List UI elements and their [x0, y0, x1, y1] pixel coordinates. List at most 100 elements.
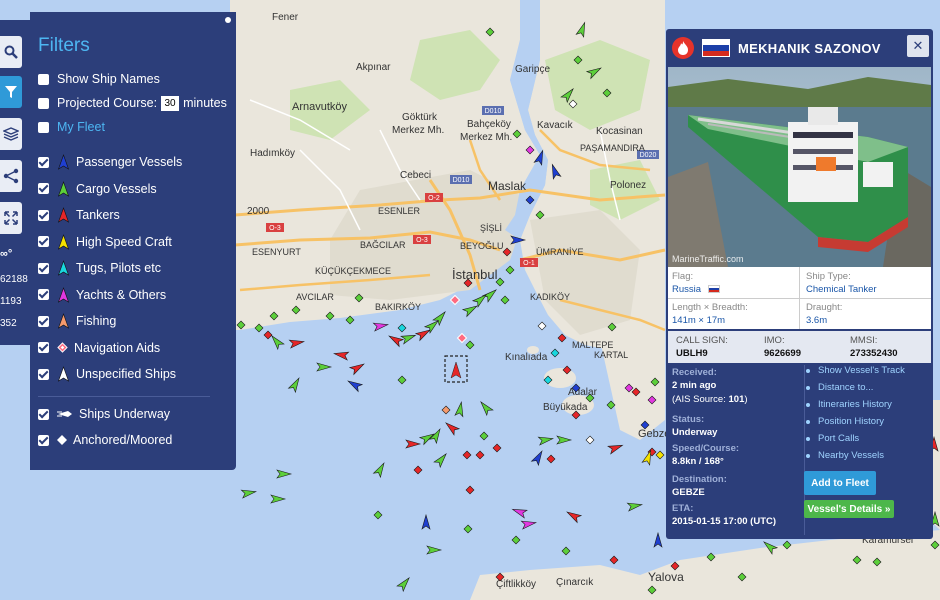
layers-button[interactable] — [0, 118, 22, 150]
svg-text:Cebeci: Cebeci — [400, 170, 431, 181]
map-toolbar: ∞° 62188 1193 352 — [0, 20, 30, 345]
fullscreen-button[interactable] — [0, 202, 22, 234]
ship-type-field: Ship Type: Chemical Tanker — [806, 271, 877, 295]
svg-text:BEYOĞLU: BEYOĞLU — [460, 241, 504, 251]
svg-text:Akpınar: Akpınar — [356, 62, 391, 73]
russia-flag-icon — [702, 39, 730, 57]
projected-course-checkbox[interactable] — [38, 97, 49, 109]
tugs-ship-icon — [57, 260, 70, 276]
svg-text:Merkez Mh.: Merkez Mh. — [460, 132, 512, 143]
filter-cargo-label: Cargo Vessels — [76, 181, 157, 196]
yachts-ship-icon — [57, 286, 70, 303]
vessel-info-panel: MEKHANIK SAZONOV ✕ MarineTraffic.com Fla… — [666, 29, 933, 539]
vessel-ids-row: CALL SIGN: UBLH9 IMO: 9626699 MMSI: 2733524… — [668, 331, 931, 363]
projected-course-label: Projected Course: — [57, 96, 158, 110]
svg-text:ESENYURT: ESENYURT — [252, 247, 301, 257]
eta-field: ETA: 2015-01-15 17:00 (UTC) — [672, 503, 777, 527]
filter-navigation-aids[interactable]: Navigation Aids — [38, 338, 160, 358]
add-to-fleet-button[interactable]: Add to Fleet — [804, 471, 876, 495]
filter-tugs-checkbox[interactable] — [38, 262, 49, 274]
close-panel-button[interactable]: ✕ — [907, 35, 929, 57]
filter-fishing-label: Fishing — [76, 314, 117, 328]
filter-button[interactable] — [0, 76, 22, 108]
filter-passenger[interactable]: Passenger Vessels — [38, 152, 182, 172]
svg-text:MALTEPE: MALTEPE — [572, 340, 613, 350]
filter-cargo-checkbox[interactable] — [38, 183, 49, 194]
filters-panel: Filters Show Ship Names Projected Course… — [30, 12, 236, 470]
filter-cargo[interactable]: Cargo Vessels — [38, 179, 157, 199]
filter-tugs[interactable]: Tugs, Pilots etc — [38, 258, 161, 278]
filter-unspecified-checkbox[interactable] — [38, 368, 49, 380]
filter-high-speed[interactable]: High Speed Craft — [38, 232, 172, 252]
cargo-ship-icon — [57, 180, 70, 197]
filter-tankers[interactable]: Tankers — [38, 205, 120, 225]
high-speed-ship-icon — [57, 233, 70, 250]
svg-text:D020: D020 — [640, 152, 657, 159]
filter-unspecified[interactable]: Unspecified Ships — [38, 364, 176, 384]
vessel-details-button[interactable]: Vessel's Details » — [804, 500, 894, 518]
filter-high-speed-checkbox[interactable] — [38, 236, 49, 247]
call-sign-field: CALL SIGN: UBLH9 — [676, 335, 728, 359]
filter-navigation-aids-label: Navigation Aids — [74, 340, 161, 355]
filter-fishing-checkbox[interactable] — [38, 315, 49, 327]
svg-text:ŞİŞLİ: ŞİŞLİ — [480, 223, 502, 233]
tankers-ship-icon — [57, 207, 70, 223]
mini-russia-flag-icon — [707, 285, 720, 294]
vessel-photo[interactable]: MarineTraffic.com — [668, 67, 931, 267]
filter-unspecified-label: Unspecified Ships — [76, 367, 177, 381]
draught-field: Draught: 3.6m — [806, 302, 843, 326]
position-history-link[interactable]: Position History — [806, 416, 884, 427]
nearby-vessels-link[interactable]: Nearby Vessels — [806, 450, 884, 461]
vessel-details-grid: Flag: Russia Ship Type: Chemical Tanker … — [668, 267, 931, 329]
destination-field: Destination: GEBZE — [672, 474, 727, 498]
svg-text:KARTAL: KARTAL — [594, 350, 628, 360]
svg-text:O-3: O-3 — [416, 237, 428, 244]
panel-dot-icon — [225, 17, 231, 23]
share-button[interactable] — [0, 160, 22, 192]
search-button[interactable] — [0, 36, 22, 68]
filter-passenger-checkbox[interactable] — [38, 156, 49, 168]
photo-watermark: MarineTraffic.com — [672, 254, 744, 264]
stat-count-3: 352 — [0, 318, 17, 329]
svg-text:AVCILAR: AVCILAR — [296, 292, 334, 302]
filter-yachts-checkbox[interactable] — [38, 289, 49, 300]
filters-title: Filters — [38, 35, 90, 56]
show-ship-names-checkbox[interactable] — [38, 73, 49, 85]
itineraries-history-link[interactable]: Itineraries History — [806, 399, 892, 410]
received-field: Received: 2 min ago (AIS Source: 101) — [672, 367, 748, 405]
my-fleet-checkbox[interactable] — [38, 121, 49, 133]
filter-yachts[interactable]: Yachts & Others — [38, 285, 166, 305]
anchored-moored-checkbox[interactable] — [38, 434, 49, 446]
filter-navigation-aids-checkbox[interactable] — [38, 342, 49, 353]
layers-icon — [3, 127, 19, 141]
anchored-moored-option[interactable]: Anchored/Moored — [38, 430, 172, 450]
show-vessel-track-link[interactable]: Show Vessel's Track — [806, 365, 905, 376]
filter-tankers-checkbox[interactable] — [38, 209, 49, 221]
flag-value[interactable]: Russia — [672, 284, 701, 295]
filter-tugs-label: Tugs, Pilots etc — [76, 261, 161, 275]
svg-text:O-1: O-1 — [523, 260, 535, 267]
projected-course-option[interactable]: Projected Course: 30 minutes — [38, 93, 227, 113]
speed-course-field: Speed/Course: 8.8kn / 168° — [672, 443, 740, 467]
svg-text:Büyükada: Büyükada — [543, 402, 588, 413]
svg-text:ÜMRANİYE: ÜMRANİYE — [536, 247, 584, 257]
ships-underway-checkbox[interactable] — [38, 408, 49, 420]
projected-minutes-input[interactable]: 30 — [161, 95, 180, 111]
port-calls-link[interactable]: Port Calls — [806, 433, 859, 444]
svg-text:Yalova: Yalova — [648, 570, 684, 584]
expand-icon — [4, 211, 18, 225]
show-ship-names-option[interactable]: Show Ship Names — [38, 69, 160, 89]
ships-underway-option[interactable]: Ships Underway — [38, 404, 170, 424]
svg-text:Fener: Fener — [272, 12, 299, 23]
status-field: Status: Underway — [672, 414, 718, 438]
my-fleet-link[interactable]: My Fleet — [57, 120, 105, 134]
svg-text:O-3: O-3 — [269, 225, 281, 232]
my-fleet-option[interactable]: My Fleet — [38, 117, 105, 137]
svg-text:Hadımköy: Hadımköy — [250, 148, 295, 159]
filter-high-speed-label: High Speed Craft — [76, 234, 172, 249]
distance-to-link[interactable]: Distance to... — [806, 382, 873, 393]
svg-text:PAŞAMANDIRA: PAŞAMANDIRA — [580, 143, 645, 153]
filter-fishing[interactable]: Fishing — [38, 311, 116, 331]
anchored-icon — [57, 435, 67, 445]
svg-text:BAĞCILAR: BAĞCILAR — [360, 240, 406, 250]
